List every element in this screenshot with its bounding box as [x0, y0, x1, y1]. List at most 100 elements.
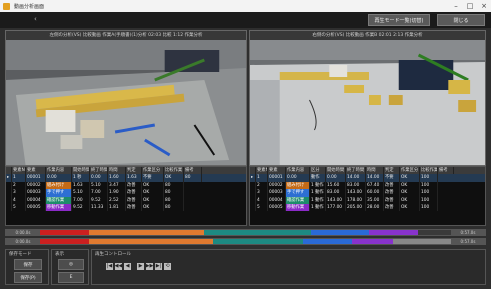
- left-table-cell: 2.52: [108, 196, 126, 204]
- skip-start-icon[interactable]: |◀: [106, 263, 113, 270]
- right-table-cell: 100: [420, 203, 438, 212]
- timeline-right-segment[interactable]: [352, 239, 394, 244]
- right-table-cell: 14.00: [346, 174, 366, 182]
- timeline-right-segment[interactable]: [40, 239, 90, 244]
- timeline-left-start: 0:00.0s: [6, 230, 40, 235]
- step-back-icon[interactable]: ◀: [124, 263, 131, 270]
- timeline-left-segment[interactable]: [204, 230, 312, 235]
- left-table-row[interactable]: 2 00002 組み付け 1.63 5.10 3.47 改善 OK 80: [6, 181, 246, 190]
- right-table-row[interactable]: 3 00003 手で押す 1 動作 83.00 143.00 60.00 改善 OK 100: [250, 189, 485, 197]
- right-table-cell: 83.00: [346, 181, 366, 190]
- right-table-cell: 改善: [384, 181, 400, 190]
- timeline-left-end: 0:57.0s: [451, 230, 485, 235]
- close-button[interactable]: 閉じる: [437, 14, 485, 26]
- right-table-cell: 00004: [268, 196, 286, 204]
- left-table-cell: 改善: [126, 203, 142, 212]
- right-table-cell: 3: [256, 189, 268, 197]
- left-table-header-cell[interactable]: 終了時間: [90, 167, 108, 175]
- toolbar: ‹ 再生モード一覧(切替) 閉じる: [0, 12, 491, 28]
- left-table-header-cell[interactable]: 開始時間: [72, 167, 90, 175]
- right-table-cell: 67.40: [366, 181, 384, 190]
- left-table-row[interactable]: 4 00004 確認作業 7.00 9.52 2.52 改善 OK 80: [6, 196, 246, 204]
- right-table-cell: 5: [256, 203, 268, 212]
- right-table-header-cell[interactable]: 判定: [384, 167, 400, 175]
- right-table-header-cell[interactable]: 終了時間: [346, 167, 366, 175]
- timeline-right[interactable]: 0:00.0s 0:57.0s: [5, 238, 486, 245]
- left-element-table[interactable]: 要素No 要素 作業内容 開始時間 終了時間 時間 判定 作業区分 比較作業 備考 ▸ 1 00001 0…: [5, 166, 247, 226]
- chevron-left-icon[interactable]: ‹: [34, 15, 37, 23]
- timeline-right-segment[interactable]: [89, 239, 213, 244]
- timeline-left-segment[interactable]: [311, 230, 369, 235]
- timeline-right-track[interactable]: [40, 239, 451, 244]
- right-table-row[interactable]: ▸ 1 00001 0.00 動作 0.00 14.00 14.00 不要 OK 100: [250, 174, 485, 182]
- view-toggle-button[interactable]: ◎: [58, 259, 84, 270]
- right-table-header-cell[interactable]: 区分: [310, 167, 326, 175]
- left-table-cell: 00004: [26, 196, 46, 204]
- right-table-header-cell[interactable]: 備考: [438, 167, 454, 175]
- right-video-caption: 右側の分析(VS) 比較動画 作業B 02:01 2:13 作業分析: [250, 31, 485, 40]
- timeline-left-segment[interactable]: [40, 230, 90, 235]
- left-table-cell: 80: [184, 174, 202, 182]
- timeline-left[interactable]: 0:00.0s 0:57.0s: [5, 229, 486, 236]
- right-table-cell: 組み付け: [286, 181, 310, 190]
- save-button[interactable]: 保存: [14, 259, 42, 270]
- right-table-cell: OK: [400, 181, 420, 190]
- left-table-row[interactable]: 3 00003 手で押す 5.10 7.00 1.90 改善 OK 80: [6, 189, 246, 197]
- right-table-header-cell[interactable]: 要素: [268, 167, 286, 175]
- left-table-cell: 80: [164, 189, 184, 197]
- right-table-row[interactable]: 4 00004 確認作業 1 動作 143.00 178.00 35.00 改善 OK 100: [250, 196, 485, 204]
- right-video-pane[interactable]: 右側の分析(VS) 比較動画 作業B 02:01 2:13 作業分析: [249, 30, 486, 166]
- right-table-header-cell[interactable]: 作業内容: [286, 167, 310, 175]
- play-icon[interactable]: ▶: [137, 263, 144, 270]
- right-table-header-cell[interactable]: 作業区分: [400, 167, 420, 175]
- left-table-header-cell[interactable]: 要素: [26, 167, 46, 175]
- timeline-right-segment[interactable]: [212, 239, 304, 244]
- fast-forward-icon[interactable]: ▶▶: [146, 263, 153, 270]
- timeline-left-segment[interactable]: [368, 230, 419, 235]
- right-table-cell: 60.00: [366, 189, 384, 197]
- close-window-button[interactable]: ×: [477, 0, 491, 12]
- maximize-button[interactable]: □: [463, 0, 477, 12]
- view-e-button[interactable]: E: [58, 272, 84, 283]
- right-table-row[interactable]: 2 00002 組み付け 1 動作 15.60 83.00 67.40 改善 OK 100: [250, 181, 485, 190]
- left-video-pane[interactable]: 左側の分析(VS) 比較動画 作業A(手順書)(1)分析 02:03 比較 1:…: [5, 30, 247, 166]
- right-table-header-cell[interactable]: 時間: [366, 167, 384, 175]
- left-video-frame: [6, 40, 246, 165]
- timeline-right-segment[interactable]: [303, 239, 353, 244]
- compare-mode-button[interactable]: 再生モード一覧(切替): [368, 14, 430, 26]
- right-table-row[interactable]: 5 00005 移動作業 1 動作 177.00 205.00 28.00 改善 OK 100: [250, 203, 485, 212]
- repeat-icon[interactable]: ⟲: [164, 263, 171, 270]
- left-table-row[interactable]: 5 00005 移動作業 9.52 11.33 1.81 改善 OK 80: [6, 203, 246, 212]
- skip-end-icon[interactable]: ▶|: [155, 263, 162, 270]
- left-table-cell: 1: [12, 174, 26, 182]
- left-table-cell: 改善: [126, 181, 142, 190]
- title-bar: 動画分析画面 – □ ×: [0, 0, 491, 12]
- right-table-header-cell[interactable]: 比較作業: [420, 167, 438, 175]
- right-table-cell: 100: [420, 196, 438, 204]
- left-table-row[interactable]: ▸ 1 00001 0.00 1 秒 0.00 1.60 1.63 不要 OK 80: [6, 174, 246, 182]
- left-table-header-cell[interactable]: 判定: [126, 167, 142, 175]
- save-p-button[interactable]: 保存(P): [14, 272, 42, 283]
- right-table-cell: OK: [400, 203, 420, 212]
- left-table-header-cell[interactable]: 備考: [184, 167, 202, 175]
- right-table-cell: 14.00: [366, 174, 384, 182]
- left-table-header-cell[interactable]: 要素No: [12, 167, 26, 175]
- right-table-header-cell[interactable]: 要素No: [256, 167, 268, 175]
- left-table-cell: 7.00: [90, 189, 108, 197]
- left-table-cell: 改善: [126, 196, 142, 204]
- left-table-header-cell[interactable]: 比較作業: [164, 167, 184, 175]
- left-table-header-cell[interactable]: 作業内容: [46, 167, 72, 175]
- timeline-right-segment[interactable]: [393, 239, 451, 244]
- timeline-left-segment[interactable]: [418, 230, 451, 235]
- left-table-header-cell[interactable]: 時間: [108, 167, 126, 175]
- timeline-left-track[interactable]: [40, 230, 451, 235]
- right-table-header-cell[interactable]: 開始時間: [326, 167, 346, 175]
- right-element-table[interactable]: 要素No要素作業内容区分開始時間終了時間時間判定作業区分比較作業備考▸10000…: [249, 166, 486, 226]
- left-table-cell: 1.81: [108, 203, 126, 212]
- timeline-left-segment[interactable]: [89, 230, 205, 235]
- minimize-button[interactable]: –: [449, 0, 463, 12]
- left-table-header-cell[interactable]: 作業区分: [142, 167, 164, 175]
- right-table-cell: 1 動作: [310, 189, 326, 197]
- right-table-cell: 143.00: [346, 189, 366, 197]
- rewind-icon[interactable]: ◀◀: [115, 263, 122, 270]
